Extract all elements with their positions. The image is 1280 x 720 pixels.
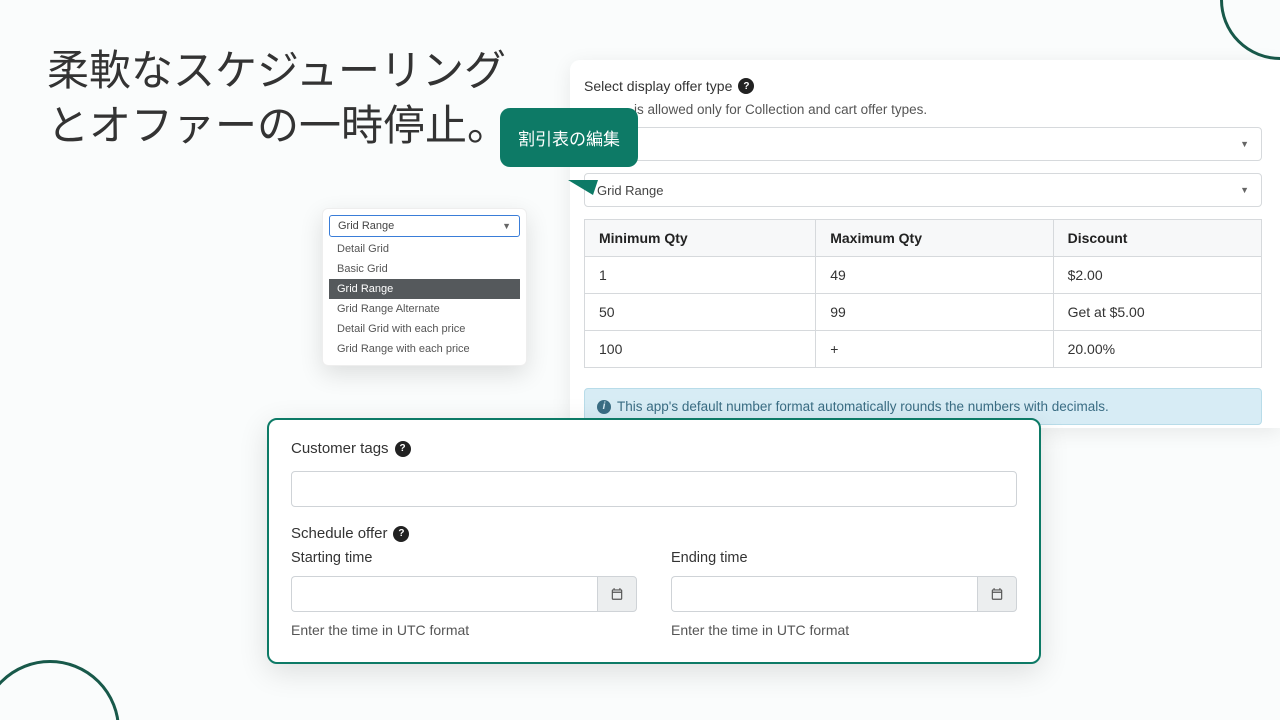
cell-max: 49 [816,257,1053,294]
col-max-qty: Maximum Qty [816,220,1053,257]
heading-line-1: 柔軟なスケジューリング [47,47,506,94]
ending-time-calendar-button[interactable] [977,576,1017,612]
starting-time-hint: Enter the time in UTC format [291,622,637,638]
decor-arc-top-right [1220,0,1280,60]
table-row: 50 99 Get at $5.00 [585,294,1262,331]
info-icon: i [597,400,611,414]
schedule-offer-text: Schedule offer [291,525,387,542]
schedule-offer-label: Schedule offer ? [291,525,1017,542]
customer-tags-input[interactable] [291,471,1017,507]
display-type-dropdown-value: Grid Range [338,220,394,232]
calendar-icon [610,587,624,601]
cell-discount: $2.00 [1053,257,1261,294]
caret-down-icon: ▼ [1240,139,1249,149]
cell-discount: Get at $5.00 [1053,294,1261,331]
dropdown-option[interactable]: Detail Grid [329,239,520,259]
display-type-dropdown-trigger[interactable]: Grid Range ▼ [329,215,520,237]
cell-max: + [816,331,1053,368]
discount-preview-table: Minimum Qty Maximum Qty Discount 1 49 $2… [584,219,1262,368]
offer-type-note: is allowed only for Collection and cart … [634,102,1262,117]
cell-max: 99 [816,294,1053,331]
offer-type-select-primary[interactable]: ▼ [584,127,1262,161]
cell-discount: 20.00% [1053,331,1261,368]
starting-time-group: Starting time Enter the time in UTC form… [291,550,637,638]
dropdown-option-selected[interactable]: Grid Range [329,279,520,299]
decor-arc-bottom-left [0,660,120,720]
cell-min: 100 [585,331,816,368]
display-offer-type-label: Select display offer type ? [584,78,1262,94]
help-icon[interactable]: ? [738,78,754,94]
offer-type-select-secondary-value: Grid Range [597,183,663,198]
ending-time-input[interactable] [671,576,977,612]
ending-time-hint: Enter the time in UTC format [671,622,1017,638]
help-icon[interactable]: ? [395,441,411,457]
heading-line-2: とオファーの一時停止。 [47,102,509,149]
dropdown-option[interactable]: Grid Range with each price [329,339,520,359]
dropdown-option[interactable]: Basic Grid [329,259,520,279]
decor-blob [0,380,260,640]
rounding-info-text: This app's default number format automat… [617,399,1109,414]
display-offer-type-text: Select display offer type [584,78,732,94]
help-icon[interactable]: ? [393,526,409,542]
cell-min: 50 [585,294,816,331]
dropdown-option[interactable]: Detail Grid with each price [329,319,520,339]
col-min-qty: Minimum Qty [585,220,816,257]
caret-down-icon: ▼ [1240,185,1249,195]
starting-time-label: Starting time [291,550,637,566]
table-row: 1 49 $2.00 [585,257,1262,294]
table-row: 100 + 20.00% [585,331,1262,368]
dropdown-option[interactable]: Grid Range Alternate [329,299,520,319]
offer-type-select-secondary[interactable]: Grid Range ▼ [584,173,1262,207]
caret-down-icon: ▼ [502,221,511,231]
customer-tags-label: Customer tags ? [291,440,1017,457]
col-discount: Discount [1053,220,1261,257]
schedule-card: Customer tags ? Schedule offer ? Startin… [267,418,1041,664]
calendar-icon [990,587,1004,601]
customer-tags-text: Customer tags [291,440,389,457]
edit-discount-callout: 割引表の編集 [500,108,638,167]
offer-config-panel: Select display offer type ? is allowed o… [570,60,1280,428]
cell-min: 1 [585,257,816,294]
page-heading: 柔軟なスケジューリング とオファーの一時停止。 [47,44,509,153]
starting-time-calendar-button[interactable] [597,576,637,612]
display-type-dropdown-popover: Grid Range ▼ Detail Grid Basic Grid Grid… [322,208,527,366]
display-type-dropdown-list: Detail Grid Basic Grid Grid Range Grid R… [329,239,520,359]
ending-time-group: Ending time Enter the time in UTC format [671,550,1017,638]
ending-time-label: Ending time [671,550,1017,566]
starting-time-input[interactable] [291,576,597,612]
